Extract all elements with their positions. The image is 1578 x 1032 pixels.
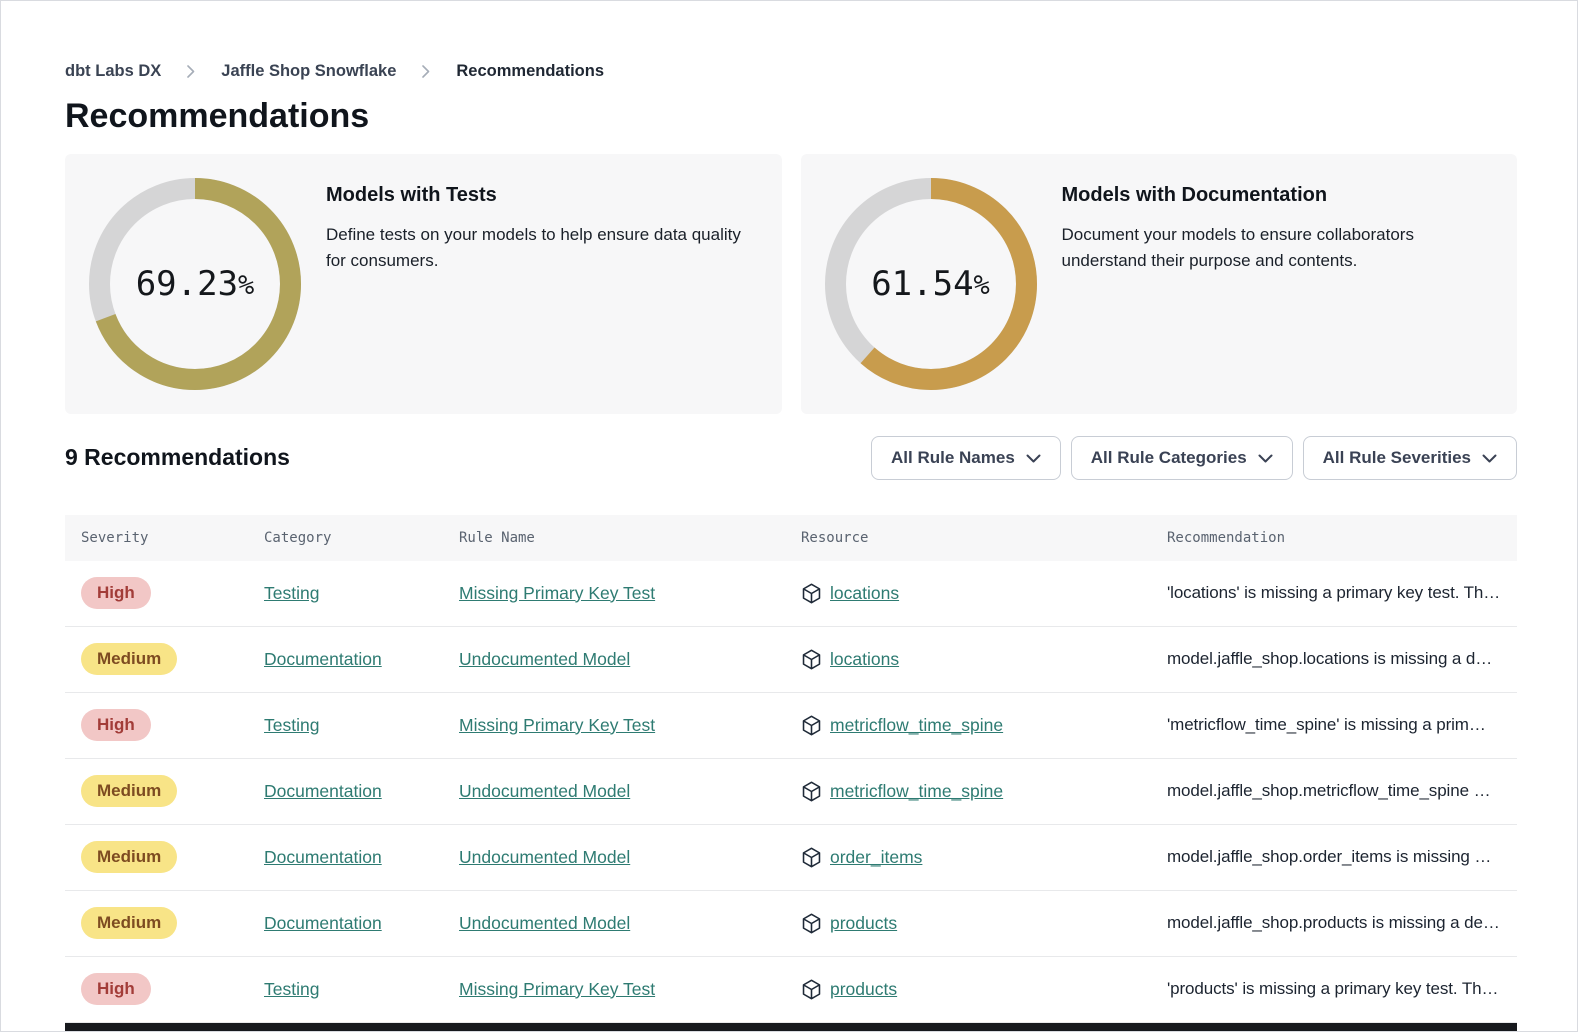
breadcrumb-item-jaffle-shop-snowflake[interactable]: Jaffle Shop Snowflake [221, 62, 396, 81]
cube-icon [801, 715, 822, 736]
breadcrumb-item-dbt-labs-dx[interactable]: dbt Labs DX [65, 62, 161, 81]
category-link[interactable]: Testing [264, 583, 319, 603]
rule-severities-filter-dropdown[interactable]: All Rule Severities [1303, 436, 1517, 480]
severity-badge: High [81, 709, 151, 741]
metric-card-models-with-documentation: 61.54% Models with Documentation Documen… [801, 154, 1518, 414]
table-row: High Testing Missing Primary Key Test lo… [65, 561, 1517, 627]
recommendation-text: 'locations' is missing a primary key tes… [1167, 583, 1501, 603]
severity-badge: High [81, 577, 151, 609]
column-header-recommendation: Recommendation [1167, 530, 1501, 546]
rule-names-filter-dropdown[interactable]: All Rule Names [871, 436, 1061, 480]
resource-link[interactable]: products [830, 913, 897, 934]
column-header-resource: Resource [801, 530, 1167, 546]
table-header: Severity Category Rule Name Resource Rec… [65, 515, 1517, 561]
list-header: 9 Recommendations All Rule Names All Rul… [65, 436, 1517, 480]
column-header-category: Category [264, 530, 459, 546]
rule-name-link[interactable]: Undocumented Model [459, 649, 630, 669]
table-row: Medium Documentation Undocumented Model … [65, 627, 1517, 693]
recommendation-text: model.jaffle_shop.locations is missing a… [1167, 649, 1501, 669]
chevron-down-icon [1482, 448, 1497, 468]
cube-icon [801, 979, 822, 1000]
rule-name-link[interactable]: Missing Primary Key Test [459, 583, 655, 603]
resource-link[interactable]: products [830, 979, 897, 1000]
card-title-models-with-tests: Models with Tests [326, 184, 758, 207]
table-row: High Testing Missing Primary Key Test me… [65, 693, 1517, 759]
chevron-right-icon [187, 65, 195, 78]
recommendation-text: model.jaffle_shop.order_items is missing… [1167, 847, 1501, 867]
rule-name-link[interactable]: Missing Primary Key Test [459, 979, 655, 999]
column-header-rule-name: Rule Name [459, 530, 801, 546]
cube-icon [801, 847, 822, 868]
documentation-donut-chart: 61.54% [825, 178, 1037, 390]
cube-icon [801, 913, 822, 934]
page-title: Recommendations [65, 95, 1517, 138]
category-link[interactable]: Testing [264, 979, 319, 999]
resource-link[interactable]: order_items [830, 847, 922, 868]
documentation-percent-value: 61.54% [825, 178, 1037, 390]
category-link[interactable]: Documentation [264, 913, 382, 933]
resource-link[interactable]: locations [830, 649, 899, 670]
cube-icon [801, 649, 822, 670]
chevron-down-icon [1026, 448, 1041, 468]
category-link[interactable]: Documentation [264, 781, 382, 801]
app-window: dbt Labs DX Jaffle Shop Snowflake Recomm… [0, 0, 1578, 1032]
column-header-severity: Severity [81, 530, 264, 546]
rule-categories-filter-dropdown[interactable]: All Rule Categories [1071, 436, 1293, 480]
clipped-next-row [65, 1023, 1517, 1031]
metric-cards: 69.23% Models with Tests Define tests on… [65, 154, 1517, 414]
breadcrumb-item-recommendations: Recommendations [456, 62, 604, 81]
recommendation-text: model.jaffle_shop.metricflow_time_spine … [1167, 781, 1501, 801]
card-description: Define tests on your models to help ensu… [326, 222, 758, 275]
card-description: Document your models to ensure collabora… [1062, 222, 1434, 275]
table-row: Medium Documentation Undocumented Model … [65, 891, 1517, 957]
metric-card-models-with-tests: 69.23% Models with Tests Define tests on… [65, 154, 782, 414]
chevron-down-icon [1258, 448, 1273, 468]
severity-badge: Medium [81, 841, 177, 873]
recommendations-table: Severity Category Rule Name Resource Rec… [65, 515, 1517, 1023]
table-row: High Testing Missing Primary Key Test pr… [65, 957, 1517, 1023]
table-body: High Testing Missing Primary Key Test lo… [65, 561, 1517, 1023]
severity-badge: Medium [81, 907, 177, 939]
chevron-right-icon [422, 65, 430, 78]
rule-name-link[interactable]: Undocumented Model [459, 913, 630, 933]
severity-badge: Medium [81, 643, 177, 675]
cube-icon [801, 583, 822, 604]
tests-percent-value: 69.23% [89, 178, 301, 390]
severity-badge: High [81, 973, 151, 1005]
recommendations-count: 9 Recommendations [65, 444, 290, 471]
filter-bar: All Rule Names All Rule Categories All R… [871, 436, 1517, 480]
table-row: Medium Documentation Undocumented Model … [65, 825, 1517, 891]
resource-link[interactable]: metricflow_time_spine [830, 781, 1003, 802]
category-link[interactable]: Documentation [264, 847, 382, 867]
rule-name-link[interactable]: Undocumented Model [459, 847, 630, 867]
card-title-models-with-documentation: Models with Documentation [1062, 184, 1434, 207]
tests-donut-chart: 69.23% [89, 178, 301, 390]
recommendation-text: model.jaffle_shop.products is missing a … [1167, 913, 1501, 933]
category-link[interactable]: Documentation [264, 649, 382, 669]
rule-name-link[interactable]: Undocumented Model [459, 781, 630, 801]
category-link[interactable]: Testing [264, 715, 319, 735]
cube-icon [801, 781, 822, 802]
breadcrumb: dbt Labs DX Jaffle Shop Snowflake Recomm… [65, 62, 1517, 81]
resource-link[interactable]: locations [830, 583, 899, 604]
table-row: Medium Documentation Undocumented Model … [65, 759, 1517, 825]
severity-badge: Medium [81, 775, 177, 807]
recommendations-page: dbt Labs DX Jaffle Shop Snowflake Recomm… [1, 62, 1577, 1023]
resource-link[interactable]: metricflow_time_spine [830, 715, 1003, 736]
recommendation-text: 'products' is missing a primary key test… [1167, 979, 1501, 999]
rule-name-link[interactable]: Missing Primary Key Test [459, 715, 655, 735]
recommendation-text: 'metricflow_time_spine' is missing a pri… [1167, 715, 1501, 735]
